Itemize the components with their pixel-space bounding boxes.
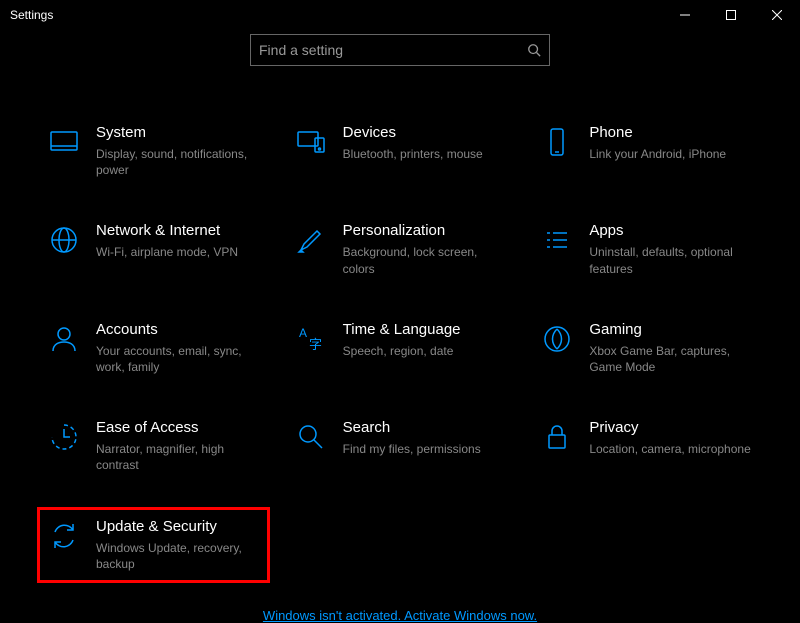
tile-title: Apps	[589, 222, 752, 240]
maximize-button[interactable]	[708, 0, 754, 30]
update-icon	[48, 520, 80, 552]
tile-desc: Narrator, magnifier, high contrast	[96, 441, 259, 473]
tile-devices[interactable]: Devices Bluetooth, printers, mouse	[287, 116, 514, 186]
tile-desc: Find my files, permissions	[343, 441, 506, 457]
time-language-icon: A字	[295, 323, 327, 355]
activation-notice: Windows isn't activated. Activate Window…	[0, 608, 800, 623]
tile-desc: Location, camera, microphone	[589, 441, 752, 457]
magnifier-icon	[295, 421, 327, 453]
ease-of-access-icon	[48, 421, 80, 453]
tile-gaming[interactable]: Gaming Xbox Game Bar, captures, Game Mod…	[533, 313, 760, 383]
minimize-icon	[680, 8, 690, 23]
tile-ease-of-access[interactable]: Ease of Access Narrator, magnifier, high…	[40, 411, 267, 481]
svg-text:A: A	[299, 326, 307, 340]
tile-title: Network & Internet	[96, 222, 259, 240]
person-icon	[48, 323, 80, 355]
tile-title: Search	[343, 419, 506, 437]
titlebar: Settings	[0, 0, 800, 30]
phone-icon	[541, 126, 573, 158]
close-button[interactable]	[754, 0, 800, 30]
tile-desc: Display, sound, notifications, power	[96, 146, 259, 178]
window-title: Settings	[10, 8, 53, 22]
tile-personalization[interactable]: Personalization Background, lock screen,…	[287, 214, 514, 284]
tile-desc: Wi-Fi, airplane mode, VPN	[96, 244, 259, 260]
search-row	[0, 34, 800, 66]
maximize-icon	[726, 8, 736, 23]
gaming-icon	[541, 323, 573, 355]
tile-time-language[interactable]: A字 Time & Language Speech, region, date	[287, 313, 514, 383]
close-icon	[772, 8, 782, 23]
tile-desc: Uninstall, defaults, optional features	[589, 244, 752, 276]
tile-desc: Your accounts, email, sync, work, family	[96, 343, 259, 375]
tile-title: Update & Security	[96, 518, 259, 536]
search-icon	[527, 43, 541, 57]
tile-desc: Bluetooth, printers, mouse	[343, 146, 506, 162]
minimize-button[interactable]	[662, 0, 708, 30]
settings-grid: System Display, sound, notifications, po…	[0, 66, 800, 580]
tile-title: Privacy	[589, 419, 752, 437]
tile-desc: Background, lock screen, colors	[343, 244, 506, 276]
tile-title: Phone	[589, 124, 752, 142]
tile-desc: Link your Android, iPhone	[589, 146, 752, 162]
tile-title: Ease of Access	[96, 419, 259, 437]
tile-system[interactable]: System Display, sound, notifications, po…	[40, 116, 267, 186]
search-box[interactable]	[250, 34, 550, 66]
activation-link[interactable]: Windows isn't activated. Activate Window…	[263, 608, 537, 623]
lock-icon	[541, 421, 573, 453]
svg-text:字: 字	[309, 337, 322, 352]
tile-title: Personalization	[343, 222, 506, 240]
window-controls	[662, 0, 800, 30]
devices-icon	[295, 126, 327, 158]
tile-phone[interactable]: Phone Link your Android, iPhone	[533, 116, 760, 186]
tile-desc: Windows Update, recovery, backup	[96, 540, 259, 572]
tile-network[interactable]: Network & Internet Wi-Fi, airplane mode,…	[40, 214, 267, 284]
globe-icon	[48, 224, 80, 256]
tile-title: Accounts	[96, 321, 259, 339]
tile-desc: Speech, region, date	[343, 343, 506, 359]
tile-update-security[interactable]: Update & Security Windows Update, recove…	[40, 510, 267, 580]
apps-icon	[541, 224, 573, 256]
tile-search[interactable]: Search Find my files, permissions	[287, 411, 514, 481]
tile-title: Gaming	[589, 321, 752, 339]
tile-accounts[interactable]: Accounts Your accounts, email, sync, wor…	[40, 313, 267, 383]
tile-title: Devices	[343, 124, 506, 142]
tile-apps[interactable]: Apps Uninstall, defaults, optional featu…	[533, 214, 760, 284]
system-icon	[48, 126, 80, 158]
brush-icon	[295, 224, 327, 256]
tile-title: System	[96, 124, 259, 142]
tile-privacy[interactable]: Privacy Location, camera, microphone	[533, 411, 760, 481]
tile-title: Time & Language	[343, 321, 506, 339]
tile-desc: Xbox Game Bar, captures, Game Mode	[589, 343, 752, 375]
search-input[interactable]	[259, 42, 527, 58]
